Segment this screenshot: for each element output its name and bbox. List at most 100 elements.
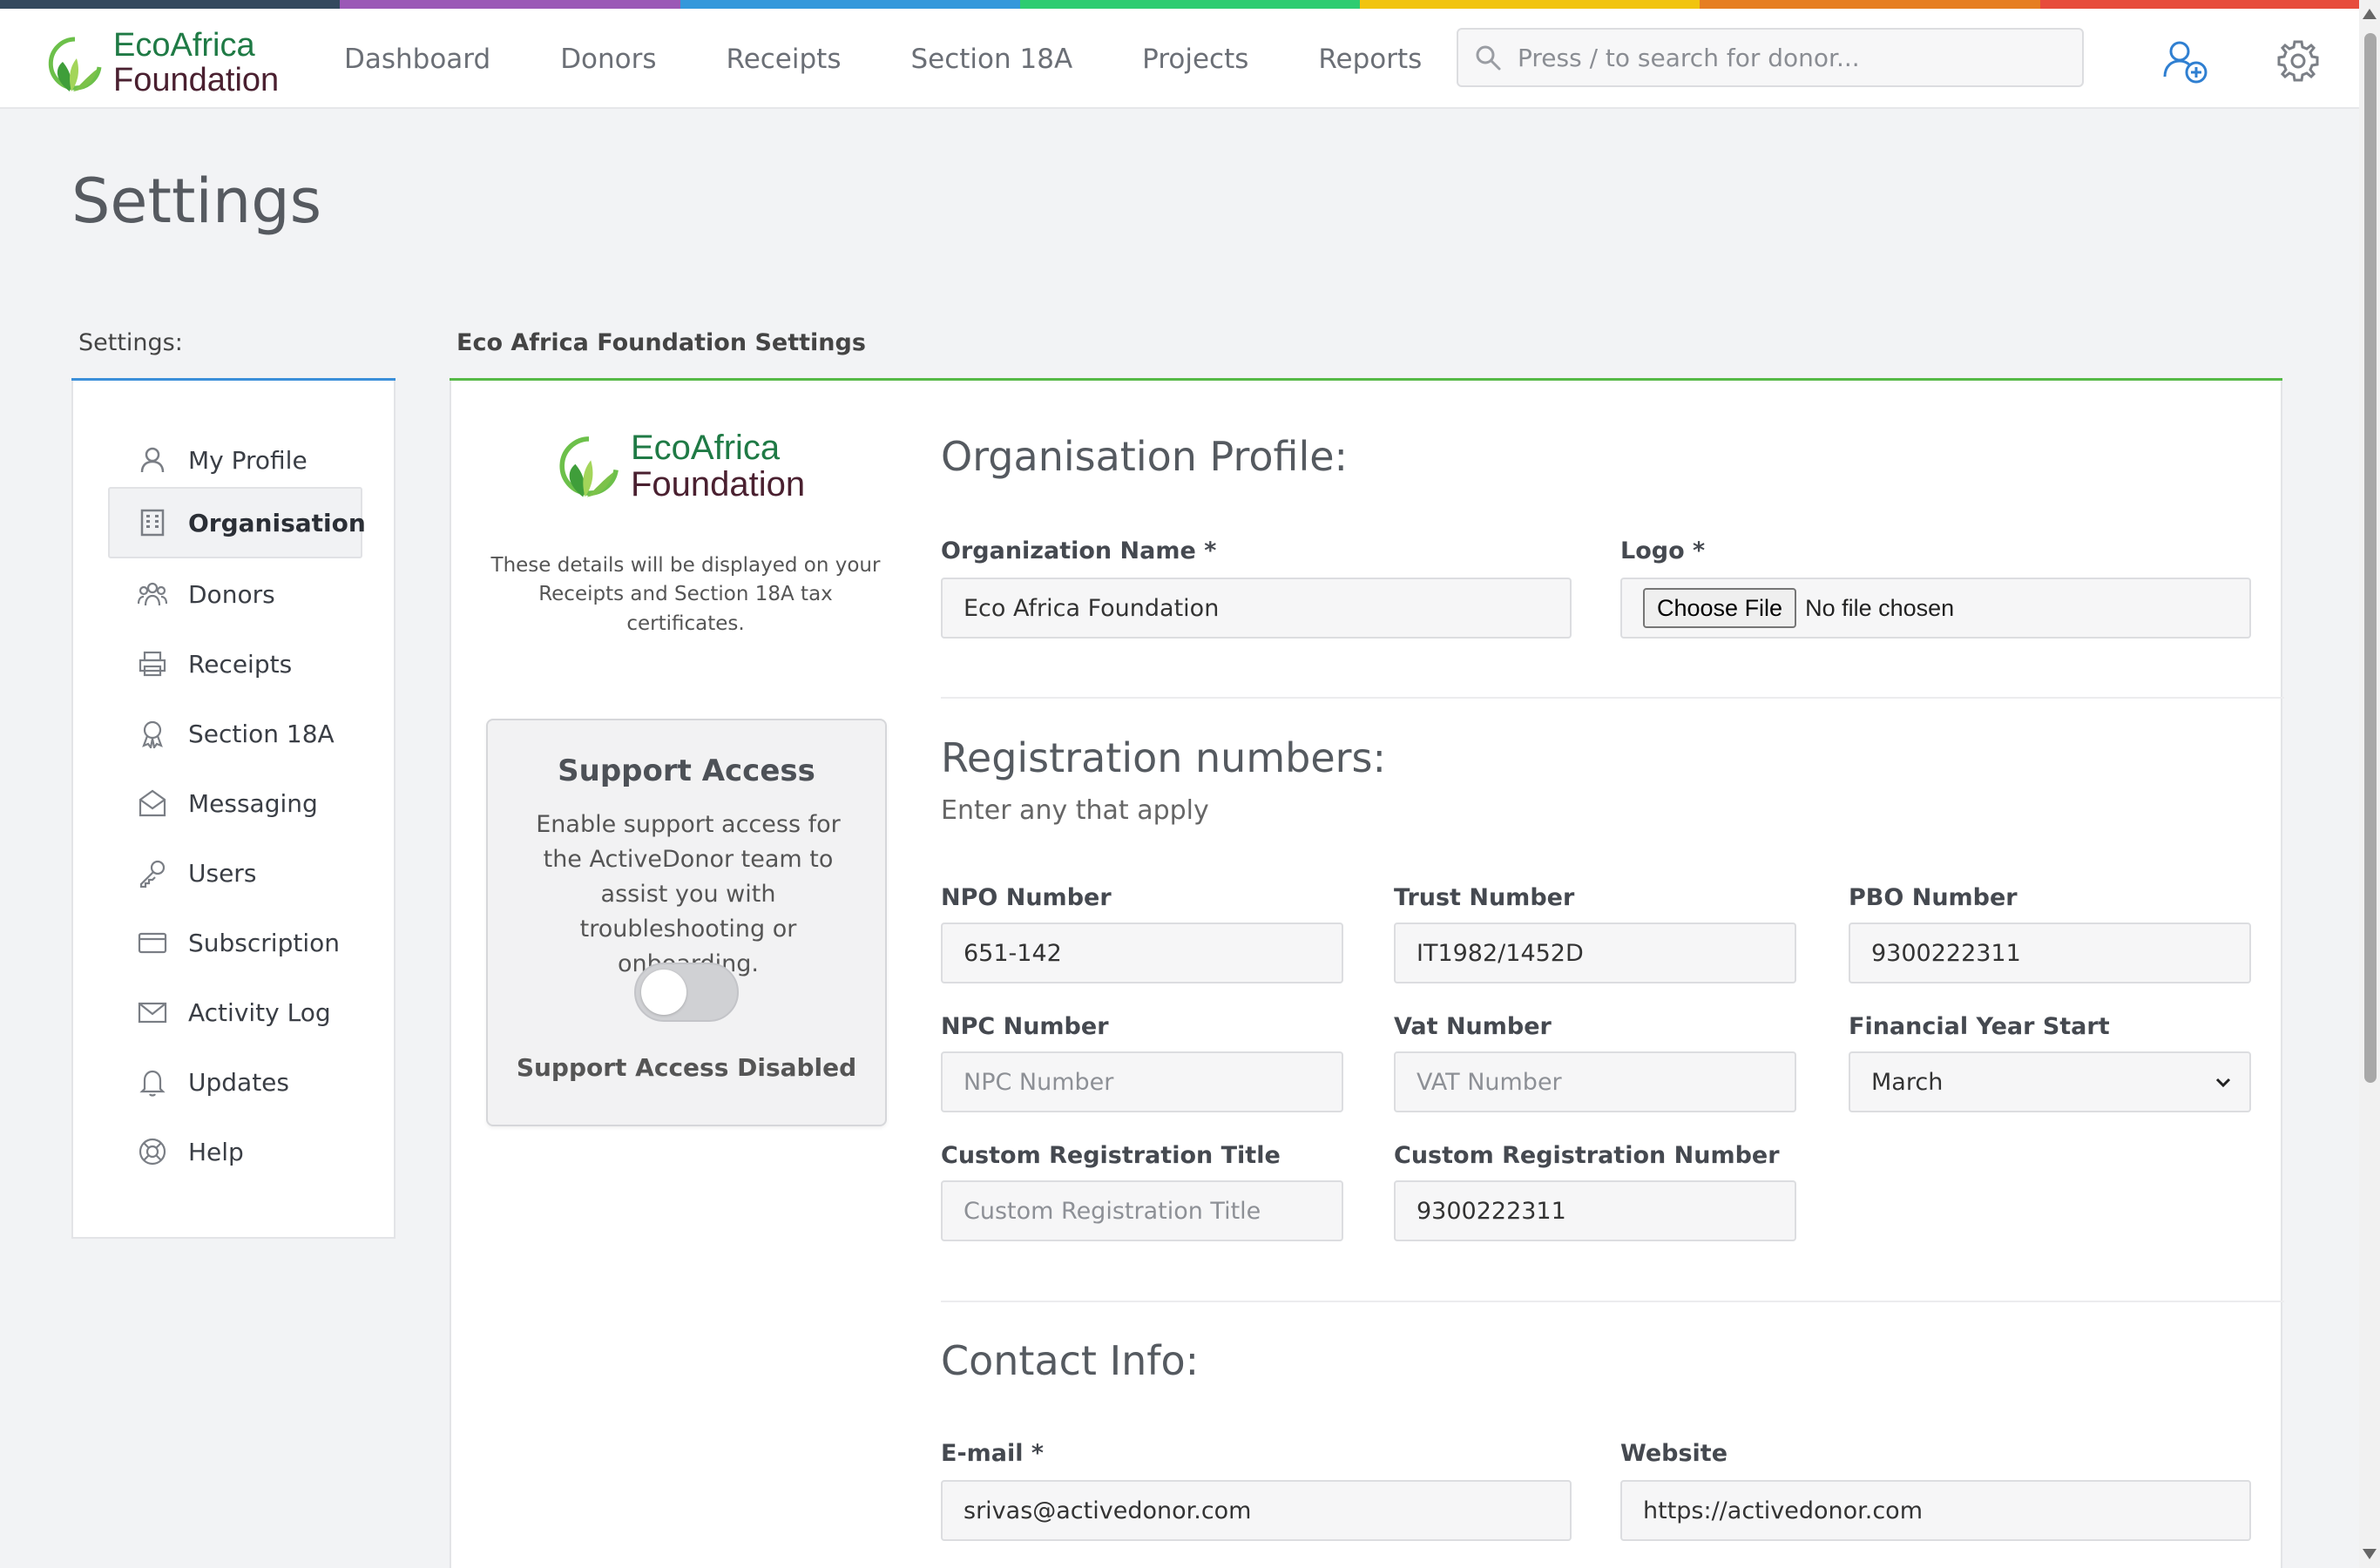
custom-reg-number-label: Custom Registration Number (1394, 1142, 1780, 1169)
sidebar-item-label: Updates (188, 1067, 289, 1097)
website-field[interactable] (1620, 1480, 2251, 1541)
npc-number-input[interactable] (941, 1051, 1343, 1112)
sidebar-item-label: Donors (188, 579, 275, 609)
sidebar-item-help[interactable]: Help (108, 1116, 362, 1187)
custom-reg-title-input[interactable] (941, 1180, 1343, 1241)
sidebar-item-label: Users (188, 858, 257, 888)
sidebar-item-label: Subscription (188, 928, 340, 957)
sidebar-item-receipts[interactable]: Receipts (108, 628, 362, 700)
sidebar-item-messaging[interactable]: Messaging (108, 767, 362, 839)
rainbow-segment (1019, 0, 1361, 9)
vat-number-label: Vat Number (1394, 1013, 1552, 1040)
chevron-down-icon (2215, 1078, 2231, 1088)
organisation-settings-panel: EcoAfrica Foundation These details will … (450, 381, 2284, 1568)
search-icon (1476, 45, 1501, 71)
award-icon (142, 720, 163, 748)
sidebar-item-activity-log[interactable]: Activity Log (108, 977, 362, 1048)
registration-title: Registration numbers: (941, 734, 1387, 781)
leaf-logo-icon (48, 37, 102, 91)
gear-icon[interactable] (2274, 37, 2323, 85)
envelope-open-icon (139, 789, 166, 817)
main-nav: Dashboard Donors Receipts Section 18A Pr… (344, 9, 1491, 109)
sidebar-item-users[interactable]: Users (108, 837, 362, 909)
sidebar-item-label: Help (188, 1137, 244, 1166)
sidebar-item-label: Messaging (188, 788, 318, 818)
rainbow-segment (1360, 0, 1700, 9)
sidebar-item-label: Receipts (188, 649, 293, 679)
trust-number-input[interactable] (1394, 923, 1796, 983)
pbo-number-input[interactable] (1849, 923, 2251, 983)
rainbow-segment (2039, 0, 2380, 9)
trust-number-label: Trust Number (1394, 884, 1575, 911)
sidebar-item-my-profile[interactable]: My Profile (108, 424, 362, 496)
key-icon (139, 860, 166, 888)
org-name-label: Organization Name * (941, 537, 1217, 564)
sidebar-item-donors[interactable]: Donors (108, 558, 362, 630)
certificate-note: These details will be displayed on your … (490, 554, 881, 635)
add-user-icon[interactable] (2160, 37, 2209, 85)
sidebar-item-section-18a[interactable]: Section 18A (108, 698, 362, 769)
nav-section-18a[interactable]: Section 18A (910, 44, 1072, 75)
sidebar-item-label: Section 18A (188, 719, 335, 748)
nav-dashboard[interactable]: Dashboard (344, 44, 490, 75)
organisation-logo: EcoAfrica Foundation (554, 422, 815, 510)
choose-file-button[interactable]: Choose File (1643, 588, 1797, 628)
user-icon (140, 447, 165, 473)
leaf-logo-icon (559, 436, 619, 497)
npo-number-input[interactable] (941, 923, 1343, 983)
financial-year-label: Financial Year Start (1849, 1013, 2110, 1040)
rainbow-segment (1700, 0, 2040, 9)
scroll-thumb[interactable] (2364, 33, 2377, 1083)
page-title: Settings (71, 166, 322, 237)
rainbow-segment (680, 0, 1020, 9)
printer-icon (139, 651, 166, 677)
scroll-up-arrow[interactable] (2363, 9, 2377, 19)
support-access-description: Enable support access for the ActiveDono… (536, 811, 841, 977)
npo-number-label: NPO Number (941, 884, 1112, 911)
custom-reg-number-input[interactable] (1394, 1180, 1796, 1241)
section-divider (941, 1301, 2284, 1302)
brand-logo[interactable]: EcoAfrica Foundation (44, 24, 296, 103)
sidebar-item-label: Organisation (188, 508, 366, 537)
custom-reg-title-label: Custom Registration Title (941, 1142, 1281, 1169)
sidebar-item-organisation[interactable]: Organisation (108, 487, 366, 558)
sidebar-heading: Settings: (78, 329, 183, 356)
support-access-toggle[interactable] (634, 963, 739, 1022)
org-name-input[interactable] (941, 578, 1572, 639)
credit-card-icon (138, 932, 167, 954)
sidebar-item-label: My Profile (188, 445, 308, 475)
lifebuoy-icon (139, 1138, 166, 1166)
nav-reports[interactable]: Reports (1318, 44, 1422, 75)
contact-info-title: Contact Info: (941, 1337, 1200, 1384)
financial-year-value: March (1871, 1068, 1944, 1096)
sidebar-item-updates[interactable]: Updates (108, 1046, 362, 1118)
pbo-number-label: PBO Number (1849, 884, 2018, 911)
logo-name-line2: Foundation (631, 465, 806, 504)
rainbow-segment (340, 0, 680, 9)
search-box[interactable] (1457, 28, 2084, 87)
financial-year-select[interactable]: March (1849, 1051, 2251, 1112)
logo-file-input[interactable]: Choose File No file chosen (1620, 578, 2251, 639)
website-label: Website (1620, 1440, 1728, 1467)
email-field[interactable] (941, 1480, 1572, 1541)
logo-name-line1: EcoAfrica (631, 429, 781, 467)
org-profile-title: Organisation Profile: (941, 433, 1349, 480)
settings-sidebar: My Profile Organisation Donors Receipts … (71, 381, 396, 1239)
support-access-card: Support Access Enable support access for… (486, 719, 887, 1126)
rainbow-strip (0, 0, 2380, 9)
search-input[interactable] (1518, 43, 2075, 72)
nav-projects[interactable]: Projects (1142, 44, 1248, 75)
nav-donors[interactable]: Donors (560, 44, 656, 75)
mail-icon (138, 1002, 167, 1024)
users-icon (138, 582, 167, 606)
brand-name-line1: EcoAfrica (113, 27, 255, 64)
support-access-status: Support Access Disabled (516, 1053, 857, 1082)
scroll-down-arrow[interactable] (2363, 1549, 2377, 1559)
nav-receipts[interactable]: Receipts (727, 44, 842, 75)
sidebar-item-subscription[interactable]: Subscription (108, 907, 362, 978)
toggle-knob (641, 970, 686, 1015)
sidebar-item-label: Activity Log (188, 997, 331, 1027)
page-scrollbar[interactable] (2359, 0, 2380, 1568)
file-status: No file chosen (1805, 594, 1955, 621)
vat-number-input[interactable] (1394, 1051, 1796, 1112)
